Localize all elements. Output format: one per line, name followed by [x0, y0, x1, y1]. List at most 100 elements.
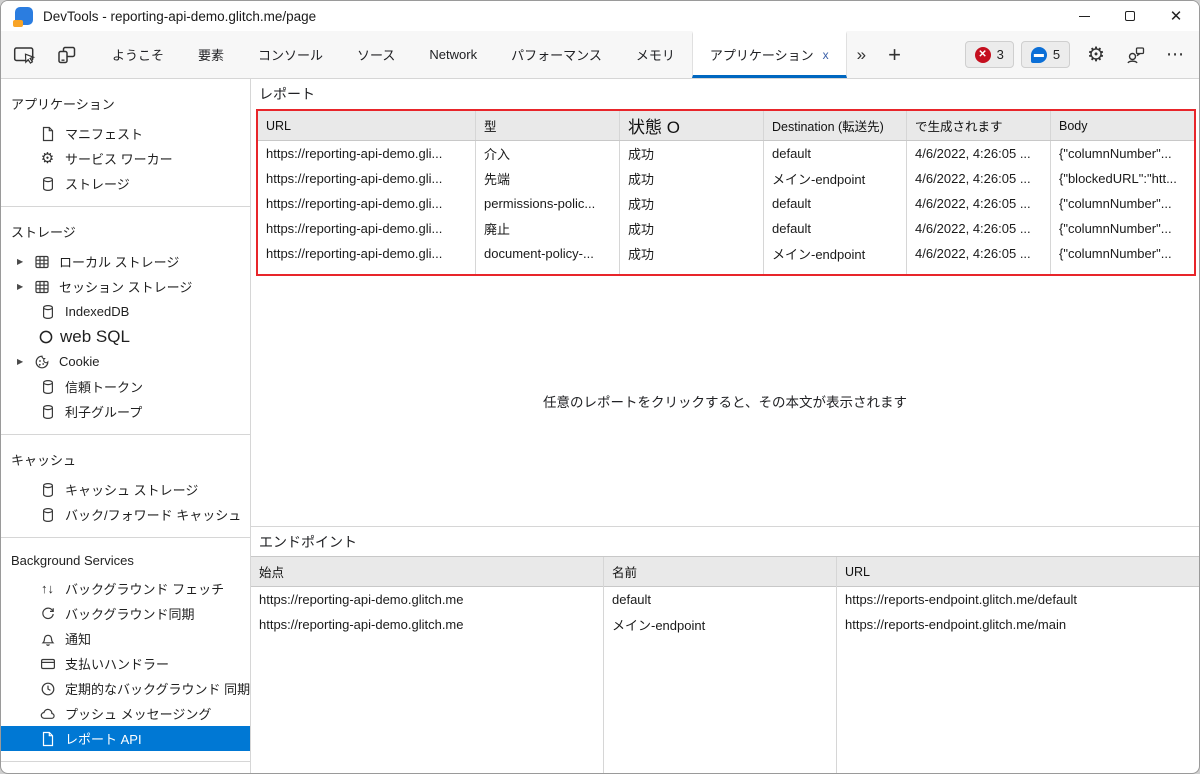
tab-performance[interactable]: パフォーマンス	[494, 31, 619, 78]
endpoints-column-url: URL https://reports-endpoint.glitch.me/d…	[837, 557, 1199, 773]
report-generated-at: 4/6/2022, 4:26:05 ...	[907, 141, 1051, 166]
report-type: 介入	[476, 141, 620, 166]
sidebar-item-local-storage[interactable]: ▶ ローカル ストレージ	[1, 249, 250, 274]
more-tabs-icon[interactable]: »	[847, 31, 876, 78]
column-header-body[interactable]: Body	[1051, 111, 1194, 140]
sidebar-item-label: Cookie	[59, 354, 100, 369]
column-header-origin[interactable]: 始点	[251, 557, 603, 587]
settings-gear-icon[interactable]: ⚙	[1077, 31, 1115, 78]
sidebar-item-label: バックグラウンド同期	[65, 607, 195, 622]
column-header-status[interactable]: 状態 O	[620, 111, 764, 140]
sidebar-item-notifications[interactable]: 通知	[1, 626, 250, 651]
sidebar-item-label: セッション ストレージ	[59, 280, 193, 295]
report-status: 成功	[620, 166, 764, 191]
tab-application[interactable]: アプリケーション x	[691, 31, 847, 78]
endpoint-origin[interactable]: https://reporting-api-demo.glitch.me	[251, 587, 603, 612]
new-tab-icon[interactable]: +	[876, 31, 913, 78]
tab-welcome[interactable]: ようこそ	[95, 31, 181, 78]
tab-memory[interactable]: メモリ	[619, 31, 692, 78]
reports-table: URL 型 状態 O Destination (転送先) で生成されます Bod…	[256, 109, 1196, 276]
expand-arrow-icon[interactable]: ▶	[17, 257, 31, 266]
column-header-generated-at[interactable]: で生成されます	[907, 111, 1051, 140]
reports-table-filler	[258, 266, 1194, 274]
report-status: 成功	[620, 141, 764, 166]
report-row[interactable]: https://reporting-api-demo.gli... 介入 成功 …	[258, 141, 1194, 166]
inspect-element-icon[interactable]	[1, 31, 46, 78]
document-icon	[39, 125, 56, 142]
column-header-type[interactable]: 型	[476, 111, 620, 140]
expand-arrow-icon[interactable]: ▶	[17, 357, 31, 366]
more-options-icon[interactable]: ⋯	[1156, 31, 1199, 78]
endpoint-name[interactable]: メイン-endpoint	[604, 612, 836, 637]
maximize-button[interactable]	[1107, 1, 1153, 31]
minimize-icon	[1078, 15, 1090, 17]
document-icon	[39, 730, 56, 747]
section-background-services-title: Background Services	[11, 553, 134, 568]
endpoint-name[interactable]: default	[604, 587, 836, 612]
tab-console[interactable]: コンソール	[241, 31, 340, 78]
sidebar-item-storage[interactable]: ストレージ	[1, 171, 250, 196]
report-status: 成功	[620, 241, 764, 266]
report-row[interactable]: https://reporting-api-demo.gli... docume…	[258, 241, 1194, 266]
endpoint-url[interactable]: https://reports-endpoint.glitch.me/defau…	[837, 587, 1199, 612]
sidebar-item-reporting-api[interactable]: レポート API	[1, 726, 250, 751]
expand-arrow-icon[interactable]: ▶	[17, 282, 31, 291]
maximize-icon	[1125, 11, 1135, 21]
feedback-icon[interactable]	[1115, 31, 1156, 78]
payment-card-icon	[39, 655, 56, 672]
sidebar-item-label: 利子グループ	[65, 405, 143, 420]
device-emulation-icon[interactable]	[46, 31, 87, 78]
title-bar: DevTools - reporting-api-demo.glitch.me/…	[1, 1, 1199, 31]
endpoint-origin[interactable]: https://reporting-api-demo.glitch.me	[251, 612, 603, 637]
sidebar-item-session-storage[interactable]: ▶ セッション ストレージ	[1, 274, 250, 299]
issues-count-badge[interactable]: ▬ 5	[1020, 41, 1071, 68]
report-destination: メイン-endpoint	[764, 166, 907, 191]
report-row[interactable]: https://reporting-api-demo.gli... 廃止 成功 …	[258, 216, 1194, 241]
close-button[interactable]: ✕	[1153, 1, 1199, 31]
sidebar-item-web-sql[interactable]: web SQL	[1, 324, 250, 349]
reporting-api-panel: レポート URL 型 状態 O Destination (転送先) で生成されま…	[251, 79, 1199, 773]
sidebar-item-service-workers[interactable]: ⚙ サービス ワーカー	[1, 146, 250, 171]
application-sidebar: アプリケーション マニフェスト ⚙ サービス ワーカー ストレージ ストレージ …	[1, 79, 251, 773]
database-icon	[39, 303, 56, 320]
report-row[interactable]: https://reporting-api-demo.gli... 先端 成功 …	[258, 166, 1194, 191]
column-header-url[interactable]: URL	[258, 111, 476, 140]
window-controls: ✕	[1061, 1, 1199, 31]
sync-icon	[39, 605, 56, 622]
close-tab-icon[interactable]: x	[823, 48, 829, 62]
cloud-icon	[39, 705, 56, 722]
sidebar-item-manifest[interactable]: マニフェスト	[1, 121, 250, 146]
sidebar-item-back-forward-cache[interactable]: バック/フォワード キャッシュ	[1, 502, 250, 527]
reports-table-header: URL 型 状態 O Destination (転送先) で生成されます Bod…	[258, 111, 1194, 141]
sidebar-item-cache-storage[interactable]: キャッシュ ストレージ	[1, 477, 250, 502]
report-status: 成功	[620, 216, 764, 241]
issues-count: 5	[1052, 47, 1061, 62]
minimize-button[interactable]	[1061, 1, 1107, 31]
column-header-name[interactable]: 名前	[604, 557, 836, 587]
panel-tabs: ようこそ 要素 コンソール ソース Network パフォーマンス メモリ アプ…	[95, 31, 847, 78]
table-grid-icon	[33, 253, 50, 270]
sidebar-item-background-sync[interactable]: バックグラウンド同期	[1, 601, 250, 626]
sidebar-item-periodic-background-sync[interactable]: 定期的なバックグラウンド 同期	[1, 676, 250, 701]
sidebar-item-label: ストレージ	[65, 177, 130, 192]
report-body: {"columnNumber"...	[1059, 246, 1172, 261]
sidebar-item-background-fetch[interactable]: ↑↓ バックグラウンド フェッチ	[1, 576, 250, 601]
tab-elements[interactable]: 要素	[181, 31, 241, 78]
error-count-badge[interactable]: ✕ 3	[964, 41, 1014, 68]
sidebar-item-interest-groups[interactable]: 利子グループ	[1, 399, 250, 424]
database-icon	[39, 403, 56, 420]
sidebar-item-trust-tokens[interactable]: 信頼トークン	[1, 374, 250, 399]
sidebar-item-push-messaging[interactable]: プッシュ メッセージング	[1, 701, 250, 726]
endpoint-url[interactable]: https://reports-endpoint.glitch.me/main	[837, 612, 1199, 637]
report-status: 成功	[620, 191, 764, 216]
report-generated-at: 4/6/2022, 4:26:05 ...	[907, 216, 1051, 241]
report-row[interactable]: https://reporting-api-demo.gli... permis…	[258, 191, 1194, 216]
column-header-endpoint-url[interactable]: URL	[837, 557, 1199, 587]
tab-sources[interactable]: ソース	[340, 31, 412, 78]
column-header-destination[interactable]: Destination (転送先)	[764, 111, 907, 140]
sidebar-item-cookies[interactable]: ▶ Cookie	[1, 349, 250, 374]
error-icon: ✕	[974, 46, 991, 63]
tab-network[interactable]: Network	[412, 31, 494, 78]
sidebar-item-payment-handler[interactable]: 支払いハンドラー	[1, 651, 250, 676]
sidebar-item-indexeddb[interactable]: IndexedDB	[1, 299, 250, 324]
